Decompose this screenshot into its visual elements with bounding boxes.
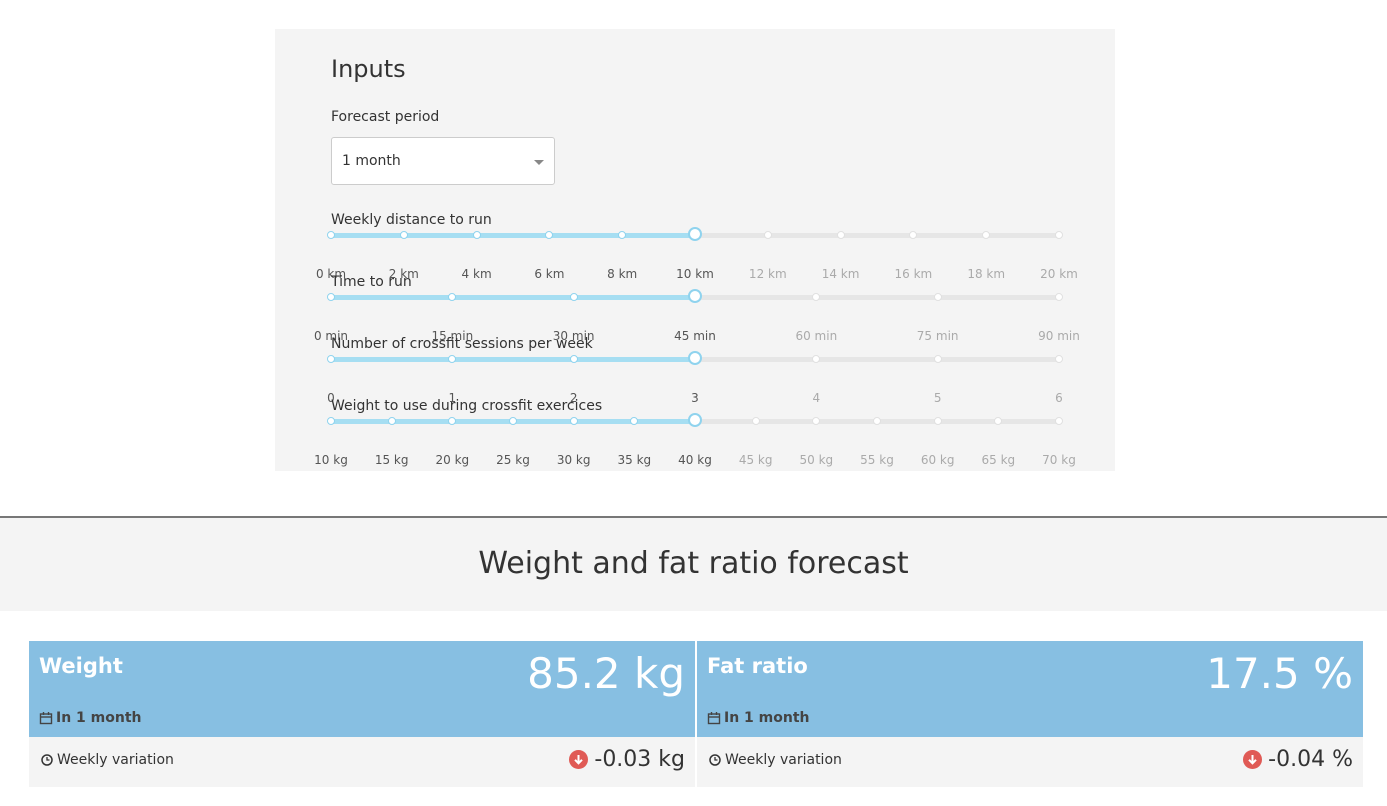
slider-track[interactable]: 0 min 15 min 30 min 45 min 60 min 75 min 90 mi… <box>314 289 1080 343</box>
slider-tick <box>812 293 821 301</box>
slider-tick <box>994 417 1003 425</box>
card-name: Weight <box>39 654 123 678</box>
slider-track[interactable]: 10 kg 15 kg 20 kg 25 kg 30 kg 35 kg 40 kg 45 kg… <box>314 413 1076 467</box>
slider-tick <box>569 293 578 301</box>
slider-crossfit-sessions: Number of crossfit sessions per week 012… <box>275 336 1115 405</box>
inputs-panel: Inputs Forecast period 1 month Weekly di… <box>275 29 1115 471</box>
card-period-text: In 1 month <box>724 710 810 726</box>
slider-tick-label: 60 kg <box>920 453 955 467</box>
arrow-down-circle-icon <box>1243 750 1263 769</box>
clock-icon <box>41 754 53 766</box>
slider-tick-label: 10 kg <box>314 453 348 467</box>
fat-ratio-card: Fat ratio 17.5 % In 1 month Weekly varia… <box>697 641 1363 787</box>
variation-value: -0.03 kg <box>569 747 685 772</box>
slider-tick <box>812 355 821 363</box>
variation-value-text: -0.04 % <box>1268 747 1353 772</box>
slider-tick <box>327 231 335 239</box>
slider-tick <box>933 293 942 301</box>
slider-tick <box>1055 293 1063 301</box>
slider-weekly-distance: Weekly distance to run 0 km 2 km 4 km 6 km 8… <box>275 212 1115 281</box>
slider-tick <box>1055 355 1063 363</box>
slider-label: Number of crossfit sessions per week <box>331 336 593 352</box>
slider-tick <box>327 417 335 425</box>
slider-tick-label: 40 kg <box>678 453 712 467</box>
slider-tick <box>909 231 918 239</box>
slider-tick <box>399 231 408 239</box>
variation-label: Weekly variation <box>709 752 842 768</box>
chevron-down-icon <box>534 160 544 165</box>
slider-label: Time to run <box>331 274 412 290</box>
forecast-title: Weight and fat ratio forecast <box>478 546 909 581</box>
card-value: 85.2 kg <box>527 649 685 698</box>
slider-tick-label: 25 kg <box>496 453 530 467</box>
card-header: Fat ratio 17.5 % In 1 month <box>697 641 1363 737</box>
slider-tick <box>873 417 881 425</box>
slider-tick-label: 55 kg <box>860 453 894 467</box>
slider-track[interactable]: 0123456 <box>327 351 1063 405</box>
slider-handle[interactable] <box>688 227 702 241</box>
inputs-title: Inputs <box>331 55 406 83</box>
slider-time-to-run: Time to run 0 min 15 min 30 min 45 min 60 mi… <box>275 274 1115 343</box>
slider-track[interactable]: 0 km 2 km 4 km 6 km 8 km 10 km 12 km 14 km 16 km… <box>316 227 1078 281</box>
slider-tick <box>933 417 942 425</box>
slider-label: Weekly distance to run <box>331 212 492 228</box>
slider-tick <box>1055 417 1063 425</box>
card-header: Weight 85.2 kg In 1 month <box>29 641 695 737</box>
card-period-text: In 1 month <box>56 710 142 726</box>
variation-label-text: Weekly variation <box>57 752 174 768</box>
variation-label-text: Weekly variation <box>725 752 842 768</box>
slider-handle[interactable] <box>688 351 702 365</box>
slider-tick <box>387 417 396 425</box>
arrow-down-circle-icon <box>569 750 589 769</box>
slider-tick-label: 45 kg <box>738 453 773 467</box>
card-footer: Weekly variation -0.03 kg <box>29 737 695 787</box>
slider-tick-label: 15 kg <box>374 453 409 467</box>
forecast-header: Weight and fat ratio forecast <box>0 518 1387 611</box>
calendar-icon <box>707 712 721 725</box>
card-period: In 1 month <box>707 710 810 726</box>
weight-card: Weight 85.2 kg In 1 month Weekly variati… <box>29 641 695 787</box>
slider-tick <box>836 231 845 239</box>
slider-tick <box>812 417 821 425</box>
slider-tick-label: 70 kg <box>1042 453 1076 467</box>
slider-tick <box>327 293 335 301</box>
variation-value: -0.04 % <box>1243 747 1353 772</box>
forecast-period-select[interactable]: 1 month <box>331 137 555 185</box>
slider-tick-label: 20 kg <box>435 453 470 467</box>
forecast-period-value: 1 month <box>342 153 401 169</box>
forecast-period-label: Forecast period <box>331 109 440 125</box>
clock-icon <box>709 754 721 766</box>
variation-label: Weekly variation <box>41 752 174 768</box>
slider-tick <box>982 231 991 239</box>
slider-tick <box>763 231 772 239</box>
calendar-icon <box>39 712 53 725</box>
slider-crossfit-weight: Weight to use during crossfit exercices … <box>275 398 1115 467</box>
card-value: 17.5 % <box>1206 649 1353 698</box>
variation-value-text: -0.03 kg <box>594 747 685 772</box>
slider-tick-label: 35 kg <box>617 453 652 467</box>
slider-label: Weight to use during crossfit exercices <box>331 398 603 414</box>
card-name: Fat ratio <box>707 654 808 678</box>
slider-fill <box>331 357 695 362</box>
slider-tick <box>1055 231 1063 239</box>
card-footer: Weekly variation -0.04 % <box>697 737 1363 787</box>
slider-tick <box>933 355 942 363</box>
slider-fill <box>331 233 695 238</box>
slider-tick <box>569 355 578 363</box>
slider-handle[interactable] <box>688 289 702 303</box>
slider-fill <box>331 295 695 300</box>
slider-tick <box>569 417 578 425</box>
slider-tick <box>751 417 760 425</box>
card-period: In 1 month <box>39 710 142 726</box>
slider-tick <box>327 355 335 363</box>
slider-tick-label: 65 kg <box>981 453 1016 467</box>
slider-tick-label: 30 kg <box>556 453 591 467</box>
slider-handle[interactable] <box>688 413 702 427</box>
slider-tick <box>509 417 517 425</box>
slider-tick <box>472 231 481 239</box>
slider-tick-label: 50 kg <box>799 453 834 467</box>
